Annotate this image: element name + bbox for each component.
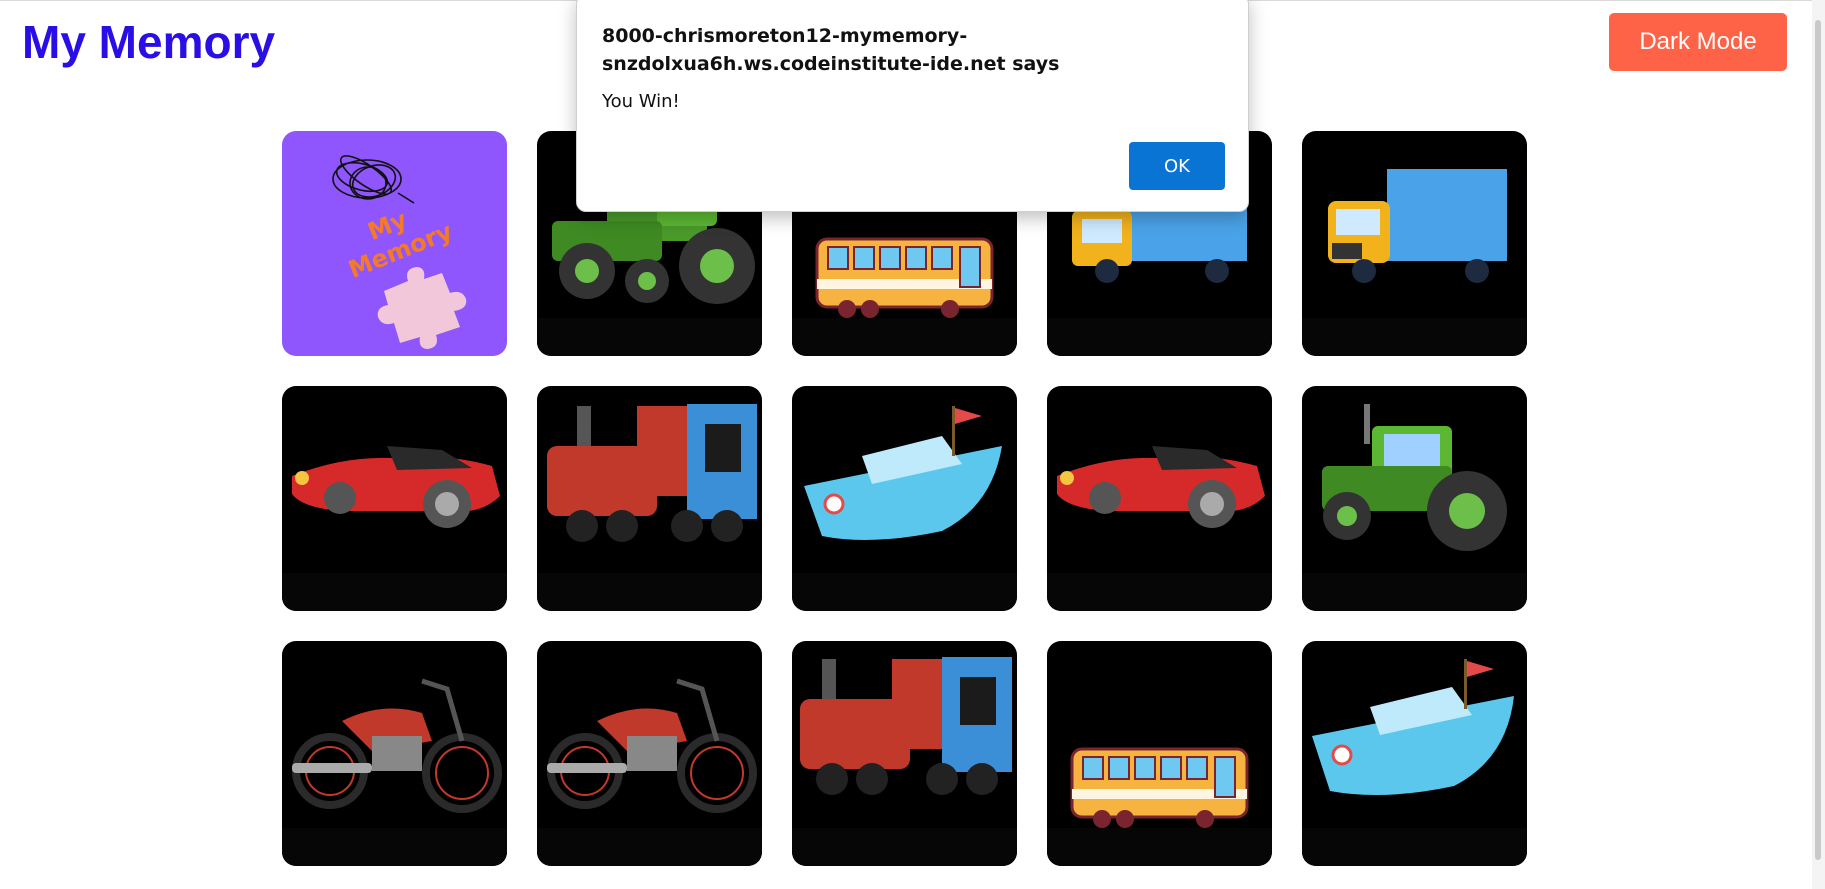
card-bottom-band <box>537 828 762 866</box>
memory-card[interactable] <box>792 641 1017 866</box>
card-bottom-band <box>1047 828 1272 866</box>
memory-card[interactable] <box>537 641 762 866</box>
puzzle-piece-icon <box>377 267 467 349</box>
dialog-message: You Win! <box>602 91 680 112</box>
page-title: My Memory <box>22 16 276 68</box>
card-bottom-band <box>1047 318 1272 356</box>
card-bottom-band <box>537 318 762 356</box>
card-bottom-band <box>537 573 762 611</box>
card-bottom-band <box>282 828 507 866</box>
card-bottom-band <box>792 828 1017 866</box>
scrollbar-thumb[interactable] <box>1815 20 1821 860</box>
card-bottom-band <box>1302 318 1527 356</box>
memory-card[interactable] <box>1302 131 1527 356</box>
memory-card[interactable] <box>792 386 1017 611</box>
memory-card[interactable] <box>282 386 507 611</box>
card-bottom-band <box>792 318 1017 356</box>
card-bottom-band <box>1047 573 1272 611</box>
memory-card[interactable] <box>1047 386 1272 611</box>
dialog-title: 8000-chrismoreton12-mymemory-snzdolxua6h… <box>602 25 1060 75</box>
memory-card[interactable]: My Memory <box>282 131 507 356</box>
dark-mode-button[interactable]: Dark Mode <box>1609 13 1787 71</box>
card-grid: My Memory <box>282 131 1527 866</box>
memory-card[interactable] <box>537 386 762 611</box>
memory-card[interactable] <box>282 641 507 866</box>
memory-card[interactable] <box>1047 641 1272 866</box>
card-bottom-band <box>282 573 507 611</box>
ok-button[interactable]: OK <box>1129 142 1225 190</box>
memory-card[interactable] <box>1302 641 1527 866</box>
memory-card[interactable] <box>1302 386 1527 611</box>
card-bottom-band <box>792 573 1017 611</box>
game-logo-icon: My Memory <box>332 155 467 349</box>
alert-dialog: 8000-chrismoreton12-mymemory-snzdolxua6h… <box>576 0 1249 212</box>
card-bottom-band <box>1302 828 1527 866</box>
card-bottom-band <box>1302 573 1527 611</box>
